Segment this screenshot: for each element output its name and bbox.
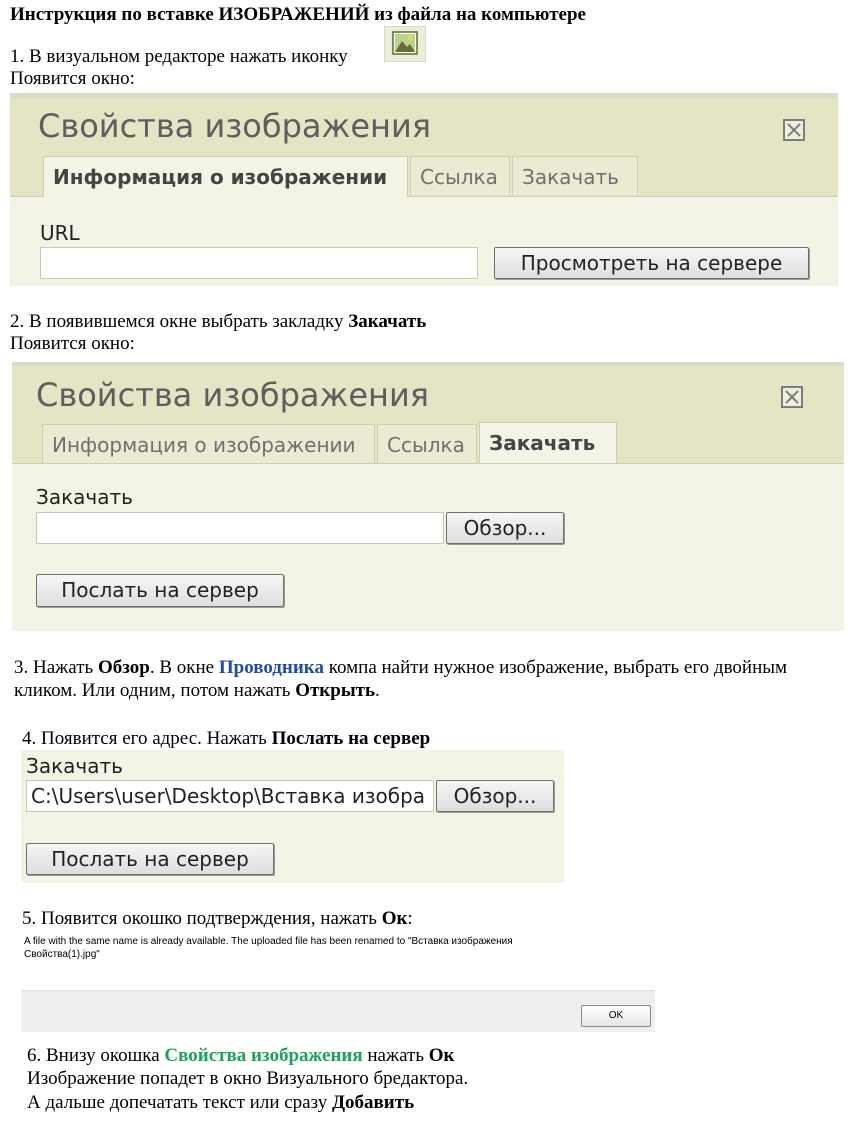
upload-label: Закачать — [36, 485, 133, 509]
step5-text: 5. Появится окошко подтверждения, нажать… — [22, 908, 413, 929]
image-properties-dialog-upload: Свойства изображения Информация о изобра… — [12, 362, 844, 631]
step3-line2: кликом. Или одним, потом нажать Открыть. — [14, 680, 380, 701]
insert-image-icon[interactable] — [384, 26, 426, 62]
step2-after: Появится окно: — [10, 333, 135, 354]
image-properties-highlight: Свойства изображения — [164, 1045, 363, 1066]
tab-upload[interactable]: Закачать — [479, 422, 617, 463]
tab-link[interactable]: Ссылка — [377, 424, 477, 463]
tab-link[interactable]: Ссылка — [410, 156, 510, 195]
tab-image-info[interactable]: Информация о изображении — [43, 156, 408, 197]
dialog-top-border — [12, 362, 844, 366]
step6-line3: А дальше допечатать текст или сразу Доба… — [27, 1092, 415, 1113]
upload-form-filled: Закачать C:\Users\user\Desktop\Вставка и… — [21, 750, 564, 883]
close-icon[interactable] — [783, 119, 805, 141]
dialog-top-border — [10, 93, 838, 98]
step1-after: Появится окно: — [10, 68, 135, 89]
page-title: Инструкция по вставке ИЗОБРАЖЕНИЙ из фай… — [10, 4, 586, 25]
confirm-message-line2: Свойства(1).jpg" — [24, 949, 100, 960]
confirm-button-bar: OK — [21, 990, 655, 1032]
step3-line1: 3. Нажать Обзор. В окне Проводника компа… — [14, 657, 788, 678]
file-input[interactable]: C:\Users\user\Desktop\Вставка изобра — [26, 780, 434, 812]
close-icon[interactable] — [781, 386, 803, 408]
send-to-server-button[interactable]: Послать на сервер — [36, 574, 284, 607]
tab-upload[interactable]: Закачать — [512, 156, 638, 195]
step2-text: 2. В появившемся окне выбрать закладку З… — [10, 311, 427, 332]
step1-text: 1. В визуальном редакторе нажать иконку — [10, 46, 348, 67]
browse-button[interactable]: Обзор... — [446, 512, 564, 544]
browse-button[interactable]: Обзор... — [436, 780, 554, 812]
tab-image-info[interactable]: Информация о изображении — [42, 424, 375, 463]
step6-line2: Изображение попадет в окно Визуального б… — [27, 1068, 469, 1089]
dialog-title: Свойства изображения — [38, 107, 431, 145]
dialog-title: Свойства изображения — [36, 376, 429, 414]
step6-line1: 6. Внизу окошка Свойства изображения наж… — [27, 1045, 455, 1066]
url-input[interactable] — [40, 247, 478, 279]
file-input[interactable] — [36, 512, 444, 544]
explorer-link: Проводника — [218, 657, 324, 678]
confirm-message-line1: A file with the same name is already ava… — [24, 936, 513, 947]
ok-button[interactable]: OK — [581, 1005, 651, 1027]
step4-text: 4. Появится его адрес. Нажать Послать на… — [22, 728, 431, 749]
upload-label: Закачать — [26, 754, 123, 778]
browse-server-button[interactable]: Просмотреть на сервере — [494, 247, 809, 279]
url-label: URL — [40, 221, 80, 245]
image-properties-dialog-info: Свойства изображения Информация о изобра… — [10, 93, 838, 286]
send-to-server-button[interactable]: Послать на сервер — [26, 843, 274, 875]
